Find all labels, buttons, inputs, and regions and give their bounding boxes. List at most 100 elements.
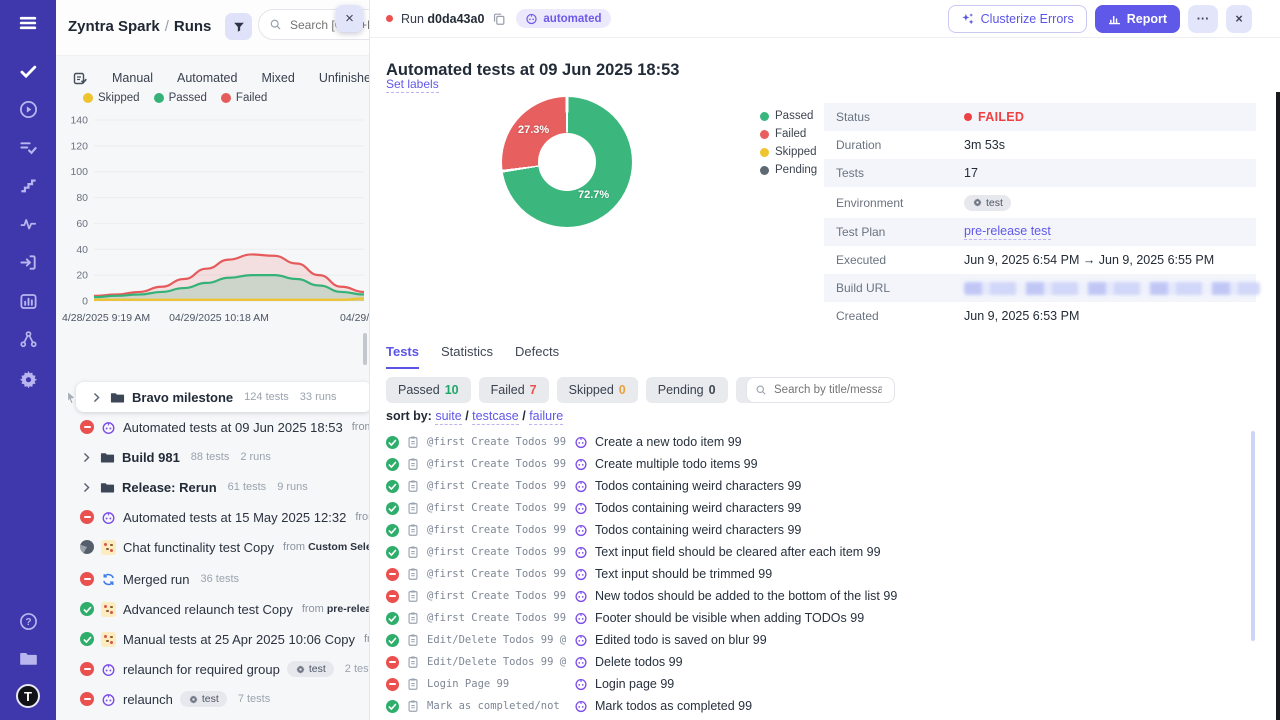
status-failed-icon xyxy=(80,420,94,434)
sort-by-testcase[interactable]: testcase xyxy=(472,409,519,425)
legend-dot xyxy=(760,166,769,175)
test-row[interactable]: @first Create Todos 99... New todos shou… xyxy=(386,585,1254,607)
test-suite: Mark as completed/not ... xyxy=(427,700,567,712)
filter-chip-pending[interactable]: Pending0 xyxy=(646,377,728,403)
run-row[interactable]: Manual tests at 25 Apr 2025 10:06 Copyfr… xyxy=(56,624,370,654)
robot-icon xyxy=(574,655,588,669)
chevron-right-icon[interactable] xyxy=(90,391,103,404)
sidebar-list-check-icon[interactable] xyxy=(0,132,56,162)
sidebar-steps-icon[interactable] xyxy=(0,171,56,201)
report-button[interactable]: Report xyxy=(1095,5,1180,33)
robot xyxy=(101,420,116,435)
run-row[interactable]: Automated tests at 15 May 2025 12:32from… xyxy=(56,502,370,532)
copy-icon[interactable] xyxy=(492,12,506,26)
run-row[interactable]: relaunch for required grouptest2 tests xyxy=(56,654,370,684)
filter-chip-passed[interactable]: Passed10 xyxy=(386,377,471,403)
run-row[interactable]: relaunchtest7 tests xyxy=(56,684,370,714)
chevron-right-icon[interactable] xyxy=(80,481,93,494)
test-row[interactable]: @first Create Todos 99... Todos containi… xyxy=(386,475,1254,497)
sidebar-help-icon[interactable]: ? xyxy=(0,606,56,636)
chip-count: 0 xyxy=(619,383,626,397)
run-type-tab-automated[interactable]: Automated xyxy=(177,71,237,85)
donut-legend-pending[interactable]: Pending xyxy=(760,164,817,176)
run-actions: Clusterize Errors Report ··· × xyxy=(948,5,1252,33)
test-plan-link[interactable]: pre-release test xyxy=(964,224,1051,240)
svg-text:100: 100 xyxy=(70,166,88,178)
sort-by-failure[interactable]: failure xyxy=(529,409,563,425)
sidebar-play-circle-icon[interactable] xyxy=(0,94,56,124)
chip-count: 10 xyxy=(445,383,459,397)
trend-legend-failed[interactable]: Failed xyxy=(221,92,267,104)
sidebar-import-icon[interactable] xyxy=(0,247,56,277)
run-type-tab-manual[interactable]: Manual xyxy=(112,71,153,85)
tab-statistics[interactable]: Statistics xyxy=(441,344,493,369)
filter-chip-skipped[interactable]: Skipped0 xyxy=(557,377,638,403)
panel-close-button[interactable]: × xyxy=(336,5,363,32)
test-row[interactable]: Login Page 99 Login page 99 xyxy=(386,673,1254,695)
sort-by-suite[interactable]: suite xyxy=(435,409,461,425)
clipboard-icon xyxy=(406,589,420,603)
sidebar-bar-chart-icon[interactable] xyxy=(0,286,56,316)
test-row[interactable]: @first Create Todos 99... Todos containi… xyxy=(386,519,1254,541)
test-row[interactable]: Edit/Delete Todos 99 @... Delete todos 9… xyxy=(386,651,1254,673)
filter-chip-failed[interactable]: Failed7 xyxy=(479,377,549,403)
run-row[interactable]: Automated tests at 09 Jun 2025 18:53from… xyxy=(56,412,370,442)
donut-legend-failed[interactable]: Failed xyxy=(760,128,817,140)
tab-tests[interactable]: Tests xyxy=(386,344,419,369)
check-icon xyxy=(388,526,397,535)
detail-row-environment: Environmenttest xyxy=(824,187,1256,218)
run-row[interactable]: Advanced relaunch test Copyfrom pre-rele… xyxy=(56,594,370,624)
status-passed-icon xyxy=(80,602,94,616)
legend-dot xyxy=(83,93,93,103)
trend-legend-skipped[interactable]: Skipped xyxy=(83,92,140,104)
sidebar-branch-icon[interactable] xyxy=(0,324,56,354)
tests-scrollbar[interactable] xyxy=(1251,431,1255,641)
test-row[interactable]: @first Create Todos 99... Todos containi… xyxy=(386,497,1254,519)
run-row[interactable]: Build 981 88 tests 2 runs xyxy=(56,442,370,472)
run-row[interactable]: Merged run36 tests xyxy=(56,564,370,594)
sort-controls: sort by: suite / testcase / failure xyxy=(386,409,563,423)
filter-button[interactable] xyxy=(225,13,252,40)
run-row[interactable]: Chat functinality test Copyfrom Custom S… xyxy=(56,532,370,562)
run-row[interactable]: Release: Rerun 61 tests 9 runs xyxy=(56,472,370,502)
close-run-button[interactable]: × xyxy=(1226,5,1252,33)
check xyxy=(19,62,38,81)
test-row[interactable]: @first Create Todos 99... Footer should … xyxy=(386,607,1254,629)
test-row[interactable]: Edit/Delete Todos 99 @... Edited todo is… xyxy=(386,629,1254,651)
test-row[interactable]: @first Create Todos 99... Create a new t… xyxy=(386,431,1254,453)
sidebar-folder-open-icon[interactable] xyxy=(0,643,56,673)
test-row[interactable]: Mark as completed/not ... Mark todos as … xyxy=(386,695,1254,717)
clipboard xyxy=(406,479,420,493)
sidebar-pulse-icon[interactable] xyxy=(0,209,56,239)
chevron-right-icon[interactable] xyxy=(80,451,93,464)
minus-icon xyxy=(84,426,91,428)
check-icon xyxy=(388,702,397,711)
run-name: relaunch for required group xyxy=(123,662,280,677)
run-type-tab-mixed[interactable]: Mixed xyxy=(261,71,294,85)
env-badge[interactable]: test xyxy=(964,195,1011,211)
sidebar-gear-icon[interactable] xyxy=(0,363,56,393)
run-row[interactable]: Bravo milestone 124 tests 33 runs xyxy=(76,382,370,412)
run-type-tab-unfinished[interactable]: Unfinished xyxy=(319,71,370,85)
test-row[interactable]: @first Create Todos 99... Create multipl… xyxy=(386,453,1254,475)
donut-legend-skipped[interactable]: Skipped xyxy=(760,146,817,158)
test-row[interactable]: @first Create Todos 99... Text input sho… xyxy=(386,563,1254,585)
donut-legend-passed[interactable]: Passed xyxy=(760,110,817,122)
checklist-icon[interactable] xyxy=(72,70,88,86)
svg-text:4/28/2025 9:19 AM: 4/28/2025 9:19 AM xyxy=(62,312,150,324)
detail-label: Status xyxy=(836,110,964,124)
automated-badge[interactable]: automated xyxy=(516,9,610,28)
runs-panel-scrollbar[interactable] xyxy=(363,333,367,365)
tab-defects[interactable]: Defects xyxy=(515,344,559,369)
menu-icon[interactable] xyxy=(0,8,56,38)
chevron-right xyxy=(80,451,93,464)
clusterize-errors-button[interactable]: Clusterize Errors xyxy=(948,5,1087,33)
set-labels-link[interactable]: Set labels xyxy=(386,77,439,93)
test-row[interactable]: @first Create Todos 99... Text input fie… xyxy=(386,541,1254,563)
sidebar-check-icon[interactable] xyxy=(0,56,56,86)
more-button[interactable]: ··· xyxy=(1188,5,1218,33)
sidebar-avatar-t[interactable]: T xyxy=(0,681,56,711)
trend-legend-passed[interactable]: Passed xyxy=(154,92,207,104)
tests-search-input[interactable] xyxy=(772,383,884,397)
project-name[interactable]: Zyntra Spark xyxy=(68,18,160,35)
